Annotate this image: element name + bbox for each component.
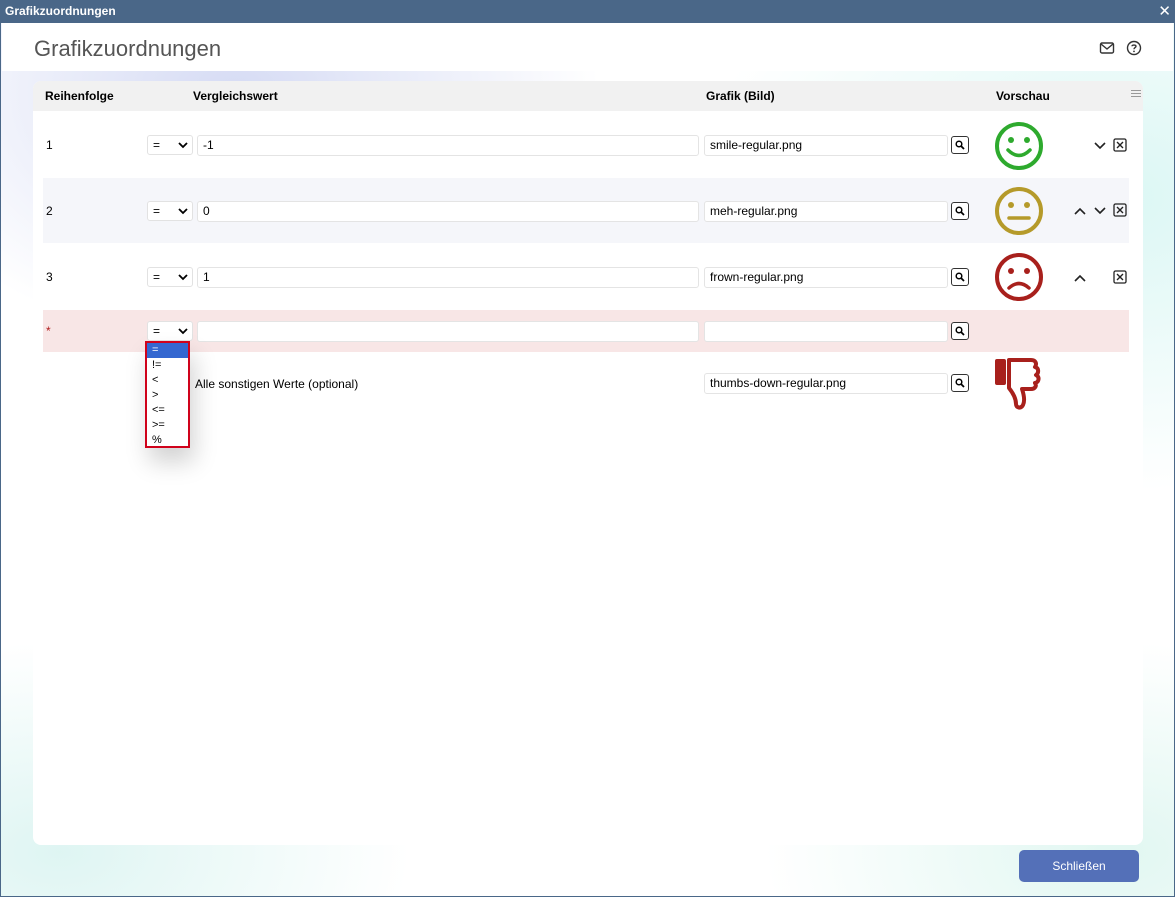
operator-option[interactable]: < — [147, 373, 188, 388]
search-icon — [955, 378, 965, 388]
column-menu-icon[interactable] — [1131, 90, 1141, 100]
help-icon[interactable] — [1126, 40, 1142, 56]
operator-option[interactable]: != — [147, 358, 188, 373]
move-down-icon[interactable] — [1093, 204, 1107, 218]
chevron-down-icon — [178, 328, 188, 335]
window-titlebar: Grafikzuordnungen ✕ — [0, 0, 1175, 23]
operator-select[interactable]: = — [147, 321, 193, 341]
new-row: * = — [43, 310, 1129, 352]
table-row: 3 = 1 frown-regular.png — [43, 243, 1129, 310]
compare-value-input[interactable]: 0 — [197, 201, 699, 222]
graphic-lookup-button[interactable] — [951, 374, 969, 392]
operator-option[interactable]: <= — [147, 403, 188, 418]
column-header-graphic: Grafik (Bild) — [706, 89, 775, 103]
move-down-icon[interactable] — [1093, 139, 1107, 153]
thumbs-down-icon — [995, 358, 1041, 410]
delete-row-icon[interactable] — [1113, 138, 1127, 152]
search-icon — [955, 326, 965, 336]
delete-row-icon[interactable] — [1113, 203, 1127, 217]
column-header-order: Reihenfolge — [45, 89, 114, 103]
default-row-label: Alle sonstigen Werte (optional) — [195, 377, 359, 391]
compare-value-input[interactable] — [197, 321, 699, 342]
graphic-input[interactable]: thumbs-down-regular.png — [704, 373, 948, 394]
column-header-preview: Vorschau — [996, 89, 1050, 103]
graphic-input[interactable]: smile-regular.png — [704, 135, 948, 156]
table-header: Reihenfolge Vergleichswert Grafik (Bild)… — [33, 81, 1143, 111]
window-title: Grafikzuordnungen — [5, 4, 116, 18]
operator-option[interactable]: % — [147, 433, 188, 448]
frown-icon — [995, 253, 1043, 301]
new-row-marker: * — [46, 324, 51, 338]
operator-select[interactable]: = — [147, 201, 193, 221]
graphic-lookup-button[interactable] — [951, 322, 969, 340]
operator-option[interactable]: = — [147, 343, 188, 358]
search-icon — [955, 272, 965, 282]
operator-select[interactable]: = — [147, 267, 193, 287]
graphic-input[interactable]: meh-regular.png — [704, 201, 948, 222]
operator-option[interactable]: > — [147, 388, 188, 403]
close-button[interactable]: Schließen — [1019, 850, 1139, 882]
graphic-input[interactable]: frown-regular.png — [704, 267, 948, 288]
row-order: 1 — [46, 138, 53, 152]
chevron-down-icon — [178, 274, 188, 281]
operator-dropdown-list: = != < > <= >= % — [145, 341, 190, 448]
search-icon — [955, 140, 965, 150]
graphic-lookup-button[interactable] — [951, 268, 969, 286]
row-order: 3 — [46, 270, 53, 284]
operator-select[interactable]: = — [147, 135, 193, 155]
graphic-lookup-button[interactable] — [951, 202, 969, 220]
meh-icon — [995, 187, 1043, 235]
column-header-compare: Vergleichswert — [193, 89, 278, 103]
graphic-input[interactable] — [704, 321, 948, 342]
smile-icon — [995, 122, 1043, 170]
move-up-icon[interactable] — [1073, 204, 1087, 218]
chevron-down-icon — [178, 208, 188, 215]
mapping-table: Reihenfolge Vergleichswert Grafik (Bild)… — [33, 81, 1143, 845]
default-row: Alle sonstigen Werte (optional) thumbs-d… — [43, 356, 1129, 426]
move-up-icon[interactable] — [1073, 271, 1087, 285]
page-title: Grafikzuordnungen — [34, 36, 222, 61]
compare-value-input[interactable]: 1 — [197, 267, 699, 288]
delete-row-icon[interactable] — [1113, 270, 1127, 284]
table-row: 1 = -1 smile-regular.png — [43, 111, 1129, 178]
operator-option[interactable]: >= — [147, 418, 188, 433]
chevron-down-icon — [178, 142, 188, 149]
table-row: 2 = 0 meh-regular.png — [43, 178, 1129, 243]
compare-value-input[interactable]: -1 — [197, 135, 699, 156]
graphic-lookup-button[interactable] — [951, 136, 969, 154]
search-icon — [955, 206, 965, 216]
window-close-icon[interactable]: ✕ — [1158, 0, 1171, 24]
dialog-window: Grafikzuordnungen Reihenfolge Vergleichs… — [0, 23, 1175, 897]
mail-icon[interactable] — [1099, 40, 1115, 56]
row-order: 2 — [46, 204, 53, 218]
